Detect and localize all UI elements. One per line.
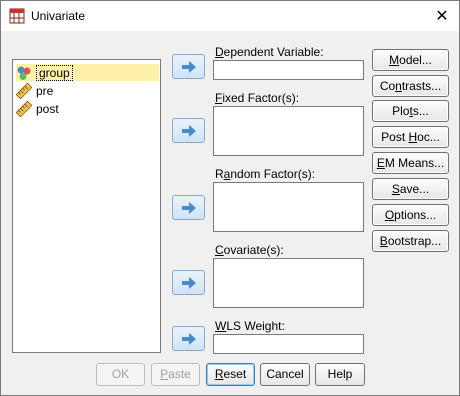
model-button[interactable]: Model... — [372, 49, 449, 71]
right-arrow-icon — [181, 124, 196, 137]
close-button[interactable]: ✕ — [425, 1, 459, 31]
list-item-group[interactable]: group — [16, 64, 159, 81]
list-item-post[interactable]: post — [16, 100, 159, 117]
variable-list[interactable]: group pre post — [12, 59, 161, 353]
variable-label: post — [36, 101, 59, 116]
title-bar: Univariate ✕ — [1, 1, 459, 31]
random-factors-field[interactable] — [213, 182, 364, 232]
em-means-button[interactable]: EM Means... — [372, 152, 449, 174]
plots-button[interactable]: Plots... — [372, 100, 449, 122]
move-to-fixed-factor-button[interactable] — [172, 118, 205, 143]
covariates-field[interactable] — [213, 258, 364, 308]
help-button[interactable]: Help — [315, 363, 365, 386]
cancel-button[interactable]: Cancel — [260, 363, 310, 386]
post-hoc-button[interactable]: Post Hoc... — [372, 126, 449, 148]
move-to-dependent-button[interactable] — [172, 54, 205, 79]
variable-label: group — [36, 64, 73, 81]
paste-button[interactable]: Paste — [151, 363, 200, 386]
variable-label: pre — [36, 83, 54, 98]
fixed-factors-field[interactable] — [213, 106, 364, 156]
app-icon — [9, 8, 25, 24]
options-button[interactable]: Options... — [372, 204, 449, 226]
right-arrow-icon — [181, 276, 196, 289]
scale-variable-icon — [16, 82, 32, 99]
covariates-label: Covariate(s): — [215, 243, 284, 257]
right-arrow-icon — [181, 332, 196, 345]
move-to-random-factor-button[interactable] — [172, 195, 205, 220]
move-to-wls-weight-button[interactable] — [172, 326, 205, 351]
move-to-covariate-button[interactable] — [172, 270, 205, 295]
right-arrow-icon — [181, 60, 196, 73]
univariate-dialog: Univariate ✕ group pre post Dependent Va… — [0, 0, 460, 396]
close-icon: ✕ — [435, 8, 449, 25]
dependent-variable-field[interactable] — [213, 60, 364, 80]
nominal-variable-icon — [17, 66, 31, 80]
right-arrow-icon — [181, 201, 196, 214]
dependent-variable-label: Dependent Variable: — [215, 45, 324, 59]
bootstrap-button[interactable]: Bootstrap... — [372, 230, 449, 252]
contrasts-button[interactable]: Contrasts... — [372, 75, 449, 97]
save-button[interactable]: Save... — [372, 178, 449, 200]
window-title: Univariate — [31, 9, 86, 23]
wls-weight-label: WLS Weight: — [215, 319, 285, 333]
ok-button[interactable]: OK — [96, 363, 145, 386]
list-item-pre[interactable]: pre — [16, 82, 159, 99]
wls-weight-field[interactable] — [213, 334, 364, 354]
reset-button[interactable]: Reset — [206, 363, 255, 386]
scale-variable-icon — [16, 100, 32, 117]
fixed-factors-label: Fixed Factor(s): — [215, 91, 300, 105]
random-factors-label: Random Factor(s): — [215, 167, 316, 181]
